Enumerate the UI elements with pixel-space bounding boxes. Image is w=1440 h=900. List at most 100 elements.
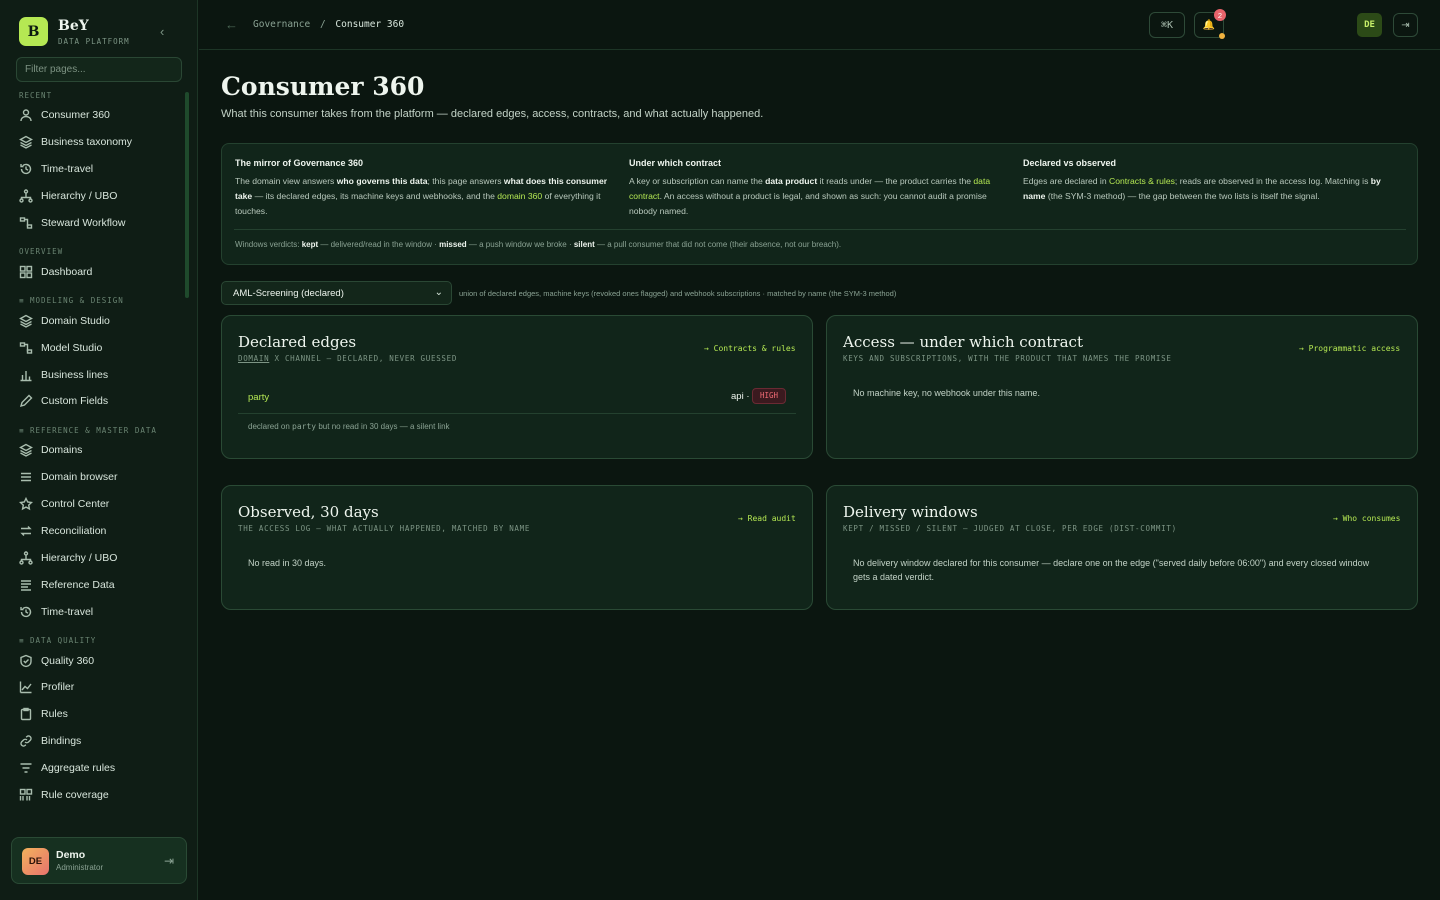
read-audit-link[interactable]: → Read audit [738,514,796,523]
workflow-icon [19,217,33,229]
divider [234,229,1406,230]
avatar: DE [22,848,49,875]
page-title: Consumer 360 [221,72,425,101]
sidebar-item-reference-data[interactable]: Reference Data [0,571,188,598]
sidebar-item-bindings[interactable]: Bindings [0,728,188,755]
line-chart-icon [19,681,32,694]
info-panel: The mirror of Governance 360 The domain … [221,143,1418,265]
hierarchy-icon [19,189,33,203]
sidebar-item-consumer-360[interactable]: Consumer 360 [0,102,188,129]
sidebar-item-label: Business lines [41,368,109,381]
command-palette-button[interactable]: ⌘K [1149,12,1185,38]
sidebar-item-label: Consumer 360 [41,109,110,122]
sidebar-item-time-travel[interactable]: Time-travel [0,156,188,183]
edge-domain[interactable]: party [248,392,269,403]
nav-section-label: ≡ REFERENCE & MASTER DATA [19,425,157,435]
sidebar-item-domains[interactable]: Domains [0,437,188,464]
sidebar-item-domain-studio[interactable]: Domain Studio [0,307,188,334]
user-name: Demo [56,849,86,861]
sidebar-item-label: Quality 360 [41,654,95,667]
sidebar-item-label: Bindings [41,735,82,748]
card-title: Delivery windows [843,503,978,521]
access-card: Access — under which contract KEYS AND S… [826,315,1418,459]
bell-icon: 🔔 [1202,19,1216,31]
link-icon [20,735,32,747]
breadcrumb-current: Consumer 360 [335,19,405,30]
sidebar-item-model-studio[interactable]: Model Studio [0,334,188,361]
page-subtitle: What this consumer takes from the platfo… [221,108,764,120]
table-row[interactable]: party api · HIGH [238,384,796,414]
sidebar-item-business-lines[interactable]: Business lines [0,361,188,388]
sidebar-item-custom-fields[interactable]: Custom Fields [0,388,188,415]
sidebar-item-rule-coverage[interactable]: Rule coverage [0,782,188,809]
logout-icon[interactable]: ⇥ [164,854,174,868]
sidebar-item-label: Rules [41,708,68,721]
hierarchy-icon [19,551,33,565]
sidebar-item-label: Domain Studio [41,314,110,327]
sidebar-item-label: Rule coverage [41,789,109,802]
sidebar-item-reconciliation[interactable]: Reconciliation [0,518,188,545]
window-verdicts-legend: Windows verdicts: kept — delivered/read … [235,240,842,249]
sidebar-item-steward-workflow[interactable]: Steward Workflow [0,210,188,237]
sidebar-item-label: Model Studio [41,341,103,354]
sidebar-item-profiler[interactable]: Profiler [0,674,188,701]
sidebar-scrollbar[interactable] [185,92,189,298]
list-icon [21,473,31,482]
sidebar-item-label: Reconciliation [41,525,107,538]
sidebar-item-dashboard[interactable]: Dashboard [0,258,188,285]
breadcrumb-parent[interactable]: Governance [253,19,310,30]
programmatic-access-link[interactable]: → Programmatic access [1299,344,1400,353]
chevron-down-icon: ⌄ [434,287,443,298]
sidebar-item-label: Time-travel [41,605,94,618]
logout-button[interactable]: ⇥ [1393,13,1418,37]
sidebar-item-domain-browser[interactable]: Domain browser [0,464,188,491]
sidebar-item-control-center[interactable]: Control Center [0,491,188,518]
card-subtitle: DOMAIN X CHANNEL — DECLARED, NEVER GUESS… [238,354,458,363]
edge-channel: api · [731,391,750,402]
breadcrumb: Governance / Consumer 360 [253,19,404,30]
consumer-select[interactable]: AML-Screening (declared) ⌄ [221,281,452,305]
sidebar-item-label: Business taxonomy [41,136,133,149]
sidebar-item-business-taxonomy[interactable]: Business taxonomy [0,129,188,156]
sidebar-item-label: Control Center [41,498,110,511]
card-body: No read in 30 days. [248,558,327,568]
brand[interactable]: B BeY DATA PLATFORM [19,17,130,46]
sidebar-item-rules[interactable]: Rules [0,701,188,728]
sidebar-item-time-travel[interactable]: Time-travel [0,598,188,625]
sidebar-item-hierarchy-ubo[interactable]: Hierarchy / UBO [0,544,188,571]
card-title: Observed, 30 days [238,503,379,521]
sidebar-item-aggregate-rules[interactable]: Aggregate rules [0,755,188,782]
sidebar-item-label: Profiler [41,681,75,694]
brand-name: BeY [58,17,89,34]
avatar[interactable]: DE [1357,13,1382,37]
who-consumes-link[interactable]: → Who consumes [1333,514,1400,523]
user-card[interactable]: DE Demo Administrator ⇥ [11,837,187,884]
card-subtitle: THE ACCESS LOG — WHAT ACTUALLY HAPPENED,… [238,524,531,533]
notifications-button[interactable]: 🔔 2 [1194,9,1226,39]
nav-section-label: ≡ DATA QUALITY [19,636,97,646]
sidebar-item-quality-360[interactable]: Quality 360 [0,647,188,674]
layers-icon [19,314,33,328]
nav-section-label: ≡ MODELING & DESIGN [19,296,124,306]
info-column-contract: Under which contract A key or subscripti… [629,158,1011,219]
consumer-select-hint: union of declared edges, machine keys (r… [459,289,897,298]
grid-icon [19,265,33,279]
contracts-rules-link[interactable]: → Contracts & rules [704,344,796,353]
card-title: Access — under which contract [843,333,1083,351]
info-text: Edges are declared in Contracts & rules;… [1023,176,1381,201]
user-role: Administrator [56,863,104,872]
sidebar: B BeY DATA PLATFORM ‹ RECENT Consumer 360… [0,0,198,900]
status-badge: HIGH [752,388,787,404]
card-subtitle: KEPT / MISSED / SILENT — JUDGED AT CLOSE… [843,524,1177,533]
notification-dot [1219,33,1225,39]
sidebar-item-hierarchy-ubo[interactable]: Hierarchy / UBO [0,183,188,210]
collapse-sidebar-icon[interactable]: ‹ [160,24,164,39]
logout-icon: ⇥ [1401,19,1410,31]
info-text: The domain view answers who governs this… [235,176,608,216]
sidebar-item-label: Aggregate rules [41,762,116,775]
card-subtitle: KEYS AND SUBSCRIPTIONS, WITH THE PRODUCT… [843,354,1172,363]
filter-pages-input[interactable] [16,57,182,82]
star-icon [19,497,33,511]
back-arrow-icon[interactable]: ← [225,17,238,32]
info-column-mirror: The mirror of Governance 360 The domain … [235,158,615,219]
